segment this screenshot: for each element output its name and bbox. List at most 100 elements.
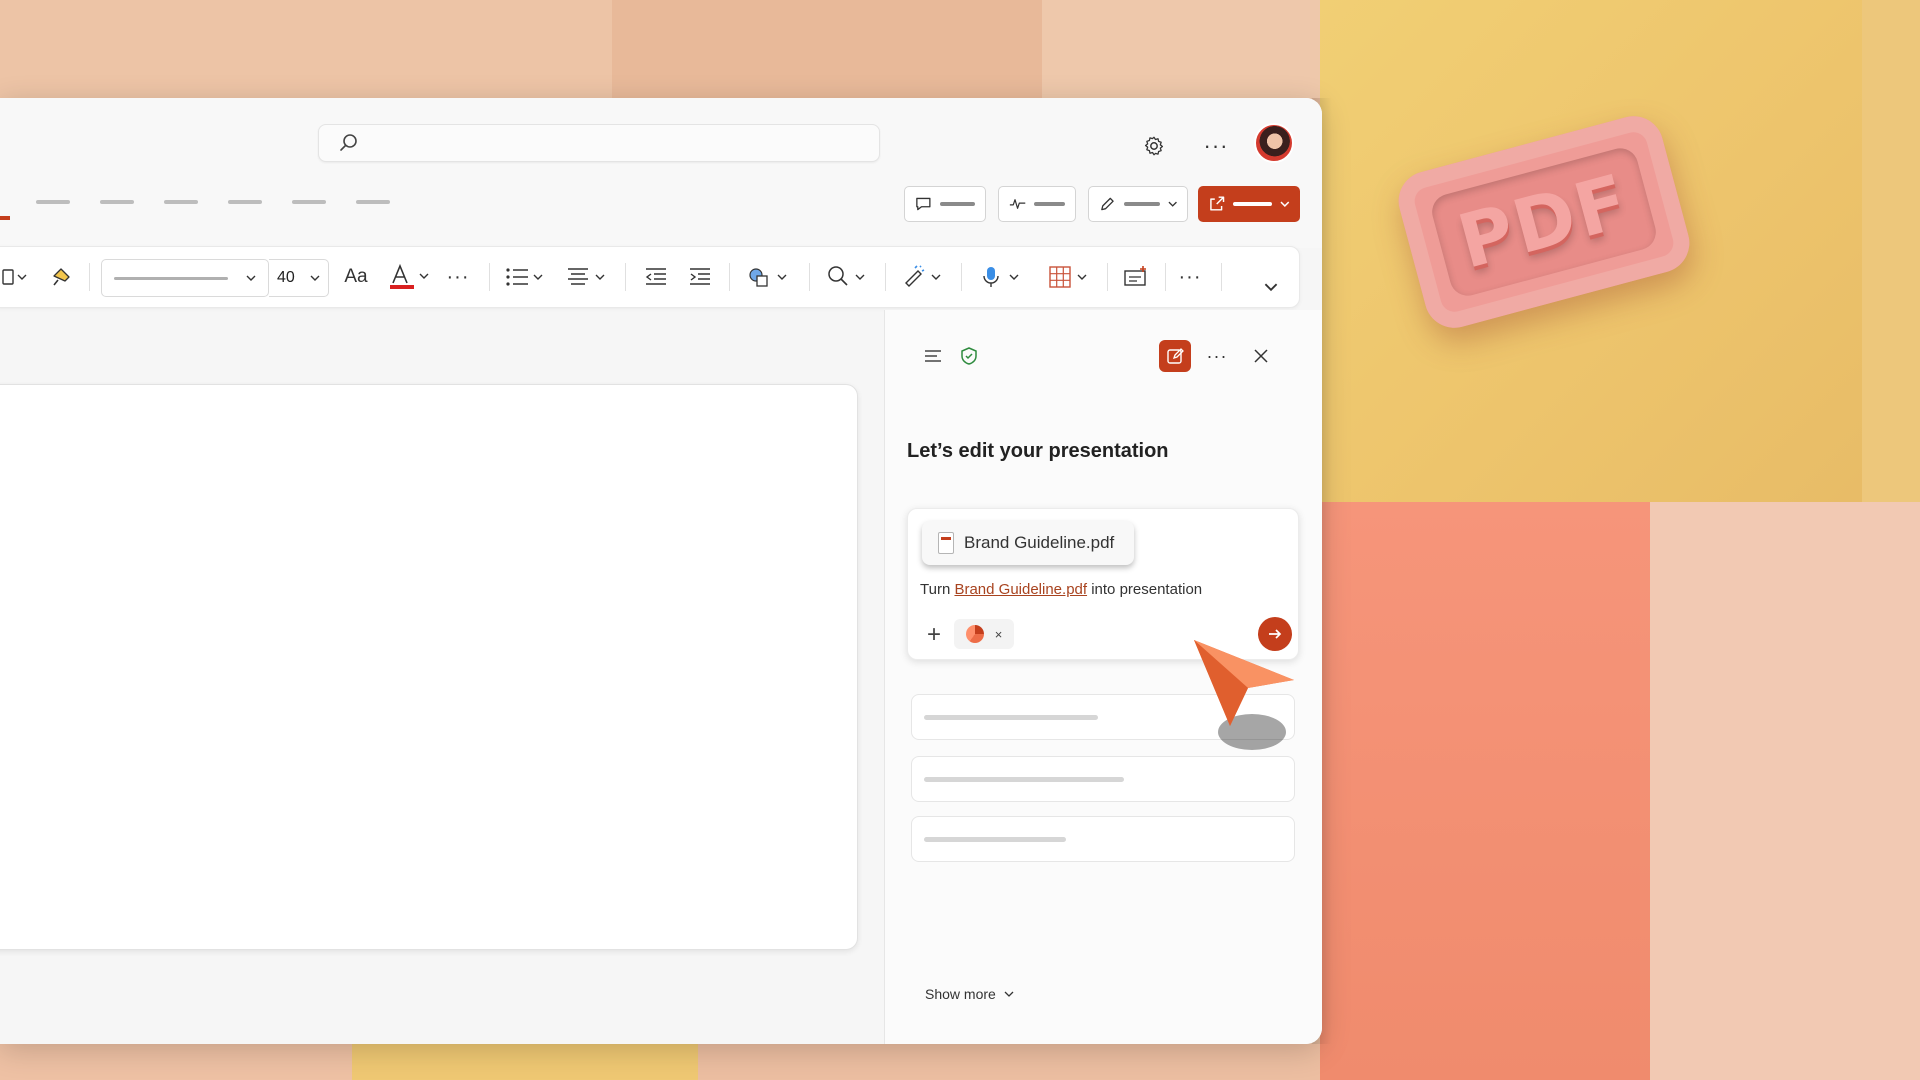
font-size-dropdown[interactable]: 40 xyxy=(269,259,329,297)
tab-active-indicator xyxy=(0,216,10,220)
decrease-indent-button[interactable] xyxy=(641,261,671,293)
suggestion-card[interactable] xyxy=(911,816,1295,862)
expand-ribbon-chevron-icon[interactable] xyxy=(1259,271,1283,303)
find-button[interactable] xyxy=(825,261,871,293)
align-center-icon xyxy=(568,268,605,285)
add-slide-icon xyxy=(1124,266,1146,286)
powerpoint-context-chip[interactable]: × xyxy=(954,619,1014,649)
share-icon xyxy=(1210,196,1225,211)
pdf-stamp-face: PDF xyxy=(1428,144,1660,300)
designer-button[interactable] xyxy=(901,261,947,293)
font-color-button[interactable] xyxy=(387,261,433,293)
chevron-down-icon xyxy=(1280,201,1290,207)
tab-placeholder[interactable] xyxy=(228,200,262,204)
separator xyxy=(885,263,886,291)
user-avatar[interactable] xyxy=(1254,123,1294,163)
increase-indent-icon xyxy=(690,268,710,285)
app-window: ··· 40 Aa ··· ··· ··· Let’s edit your pr… xyxy=(0,98,1322,1044)
bulleted-list-icon xyxy=(506,268,543,286)
background-tile xyxy=(0,1044,352,1080)
background-tile xyxy=(698,1044,1320,1080)
separator xyxy=(809,263,810,291)
shapes-button[interactable] xyxy=(747,261,793,293)
increase-indent-button[interactable] xyxy=(685,261,715,293)
new-slide-button[interactable] xyxy=(1121,261,1151,293)
chevron-down-icon xyxy=(310,275,320,281)
add-attachment-button[interactable]: + xyxy=(922,621,946,648)
compose-icon xyxy=(1167,348,1184,364)
background-tile xyxy=(1042,0,1322,98)
font-family-dropdown[interactable] xyxy=(101,259,269,297)
gear-icon[interactable] xyxy=(1140,132,1168,160)
pencil-icon xyxy=(1101,197,1114,211)
prompt-file-link[interactable]: Brand Guideline.pdf xyxy=(954,581,1087,598)
close-icon[interactable] xyxy=(1247,342,1275,370)
editing-mode-button[interactable] xyxy=(1088,186,1188,222)
more-font-options-icon[interactable]: ··· xyxy=(443,261,473,293)
tab-placeholder[interactable] xyxy=(292,200,326,204)
suggestion-placeholder xyxy=(924,715,1098,720)
font-name-placeholder xyxy=(114,276,228,280)
separator xyxy=(729,263,730,291)
tab-placeholder[interactable] xyxy=(36,200,70,204)
grid-layout-icon xyxy=(1049,266,1087,288)
shapes-icon xyxy=(749,268,787,287)
attachment-chip[interactable]: Brand Guideline.pdf xyxy=(922,521,1135,565)
attachment-name: Brand Guideline.pdf xyxy=(964,533,1115,552)
separator xyxy=(625,263,626,291)
font-color-icon xyxy=(390,263,429,289)
menu-icon[interactable] xyxy=(919,342,947,370)
shield-check-icon[interactable] xyxy=(955,342,983,370)
prompt-text[interactable]: Turn Brand Guideline.pdf into presentati… xyxy=(920,581,1202,598)
more-horizontal-icon[interactable]: ··· xyxy=(1202,132,1230,160)
background-tile xyxy=(1862,0,1920,502)
microphone-icon xyxy=(983,267,1019,287)
background-tile xyxy=(1650,502,1920,1080)
clipboard-icon xyxy=(2,269,27,285)
designer-icon xyxy=(905,265,941,287)
background-tile xyxy=(1320,502,1650,1080)
pdf-stamp-text: PDF xyxy=(1449,158,1639,286)
pane-more-icon[interactable]: ··· xyxy=(1203,342,1231,370)
dictate-button[interactable] xyxy=(979,261,1025,293)
show-more-label: Show more xyxy=(925,986,996,1002)
slide-canvas[interactable] xyxy=(0,384,858,950)
bullets-button[interactable] xyxy=(503,261,549,293)
suggestion-placeholder xyxy=(924,777,1124,782)
paste-button[interactable] xyxy=(0,261,31,293)
separator xyxy=(489,263,490,291)
tab-placeholder[interactable] xyxy=(164,200,198,204)
background-tile xyxy=(0,0,612,98)
separator xyxy=(1107,263,1108,291)
format-painter-button[interactable] xyxy=(45,261,79,293)
label-placeholder xyxy=(939,202,975,206)
layout-button[interactable] xyxy=(1047,261,1093,293)
show-more-link[interactable]: Show more xyxy=(925,986,1014,1002)
prompt-text-end: into presentation xyxy=(1087,581,1203,598)
comment-icon xyxy=(916,197,931,211)
comments-button[interactable] xyxy=(904,186,986,222)
title-bar: ··· xyxy=(0,98,1322,248)
suggestion-card[interactable] xyxy=(911,756,1295,802)
new-chat-button[interactable] xyxy=(1159,340,1191,372)
suggestion-placeholder xyxy=(924,837,1066,842)
magnifier-icon xyxy=(828,266,865,286)
tab-placeholder[interactable] xyxy=(100,200,134,204)
decrease-indent-icon xyxy=(645,268,666,285)
chevron-down-icon xyxy=(1004,991,1014,997)
search-box[interactable] xyxy=(318,124,880,162)
align-button[interactable] xyxy=(565,261,611,293)
change-case-button[interactable]: Aa xyxy=(341,261,371,293)
search-icon xyxy=(340,134,357,151)
catch-up-button[interactable] xyxy=(998,186,1076,222)
remove-context-icon[interactable]: × xyxy=(995,627,1003,642)
tab-placeholder[interactable] xyxy=(356,200,390,204)
powerpoint-icon xyxy=(965,625,984,643)
activity-icon xyxy=(1009,199,1026,209)
pdf-file-icon xyxy=(938,532,954,554)
share-button[interactable] xyxy=(1198,186,1300,222)
chevron-down-icon xyxy=(246,275,256,281)
background-tile xyxy=(352,1044,698,1080)
pointer-cursor-icon xyxy=(1194,640,1294,750)
more-commands-icon[interactable]: ··· xyxy=(1175,261,1205,293)
